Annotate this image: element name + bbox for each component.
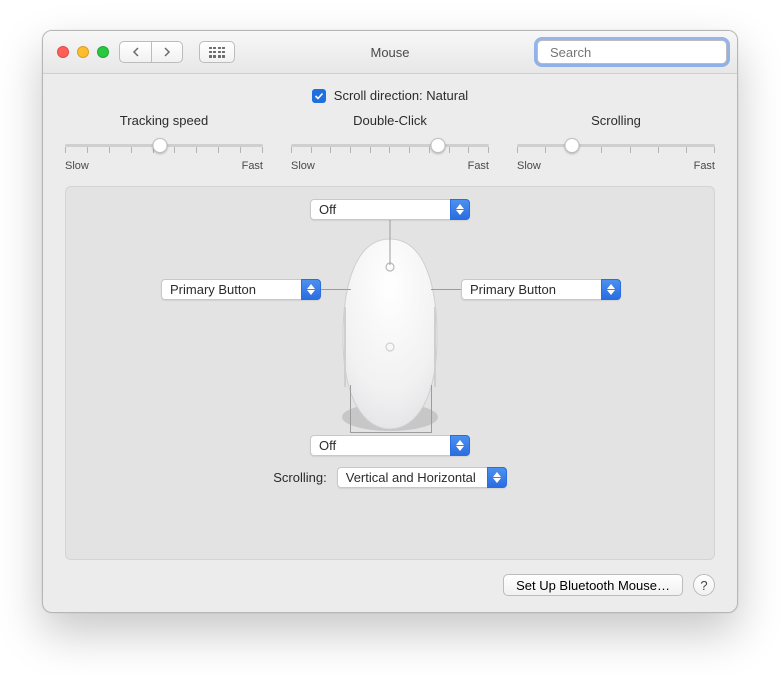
scroll-direction-row: Scroll direction: Natural (65, 88, 715, 103)
double-click-max: Fast (468, 160, 489, 172)
scrolling-speed-block: Scrolling Slow Fast (517, 113, 715, 172)
left-button-value: Primary Button (170, 282, 256, 297)
scrolling-speed-label: Scrolling (517, 113, 715, 128)
nav-back-forward (119, 41, 183, 63)
scroll-ball-value: Off (319, 202, 336, 217)
tracking-speed-label: Tracking speed (65, 113, 263, 128)
double-click-block: Double-Click Slow Fast (291, 113, 489, 172)
tracking-speed-block: Tracking speed Slow Fast (65, 113, 263, 172)
preferences-window: Mouse Scroll direction: Natural Tracking… (42, 30, 738, 613)
right-button-value: Primary Button (470, 282, 556, 297)
left-button-select[interactable]: Primary Button (161, 279, 321, 300)
close-window-button[interactable] (57, 46, 69, 58)
select-arrows-icon (450, 435, 470, 456)
connector-left (321, 289, 351, 290)
select-arrows-icon (301, 279, 321, 300)
setup-bluetooth-mouse-button[interactable]: Set Up Bluetooth Mouse… (503, 574, 683, 596)
chevron-left-icon (132, 47, 140, 57)
select-arrows-icon (601, 279, 621, 300)
connector-top (390, 217, 391, 265)
help-icon: ? (700, 578, 707, 593)
double-click-min: Slow (291, 160, 315, 172)
window-controls (53, 46, 109, 58)
connector-bottom-join (350, 432, 432, 433)
scrolling-speed-min: Slow (517, 160, 541, 172)
scroll-ball-select[interactable]: Off (310, 199, 470, 220)
scroll-direction-checkbox[interactable] (312, 89, 326, 103)
zoom-window-button[interactable] (97, 46, 109, 58)
minimize-window-button[interactable] (77, 46, 89, 58)
scrolling-mode-value: Vertical and Horizontal (346, 470, 476, 485)
scroll-direction-label: Scroll direction: Natural (334, 88, 468, 103)
scrolling-speed-max: Fast (694, 160, 715, 172)
chevron-right-icon (163, 47, 171, 57)
connector-bottom-right (431, 385, 432, 433)
select-arrows-icon (487, 467, 507, 488)
tracking-speed-min: Slow (65, 160, 89, 172)
scrolling-speed-slider[interactable] (517, 134, 715, 158)
titlebar: Mouse (43, 31, 737, 74)
footer: Set Up Bluetooth Mouse… ? (65, 574, 715, 596)
back-button[interactable] (119, 41, 151, 63)
content: Scroll direction: Natural Tracking speed… (43, 74, 737, 612)
connector-right (431, 289, 461, 290)
right-button-select[interactable]: Primary Button (461, 279, 621, 300)
tracking-speed-thumb[interactable] (153, 138, 168, 153)
mouse-config-panel: Off Primary Button Primary Button (65, 186, 715, 560)
search-field[interactable] (537, 40, 727, 64)
double-click-thumb[interactable] (430, 138, 445, 153)
show-all-button[interactable] (199, 41, 235, 63)
mouse-graphic (335, 237, 445, 437)
side-buttons-select[interactable]: Off (310, 435, 470, 456)
help-button[interactable]: ? (693, 574, 715, 596)
tracking-speed-slider[interactable] (65, 134, 263, 158)
setup-bluetooth-mouse-label: Set Up Bluetooth Mouse… (516, 578, 670, 593)
scrolling-mode-label: Scrolling: (273, 470, 326, 485)
tracking-speed-max: Fast (242, 160, 263, 172)
double-click-slider[interactable] (291, 134, 489, 158)
connector-bottom-left (350, 385, 351, 433)
double-click-label: Double-Click (291, 113, 489, 128)
grid-icon (209, 47, 225, 58)
side-buttons-value: Off (319, 438, 336, 453)
scrolling-speed-thumb[interactable] (565, 138, 580, 153)
search-input[interactable] (548, 44, 728, 61)
forward-button[interactable] (151, 41, 183, 63)
checkmark-icon (314, 91, 324, 101)
select-arrows-icon (450, 199, 470, 220)
scrolling-mode-row: Scrolling: Vertical and Horizontal (66, 467, 714, 488)
scrolling-mode-select[interactable]: Vertical and Horizontal (337, 467, 507, 488)
sliders-row: Tracking speed Slow Fast Double-Click (65, 113, 715, 172)
